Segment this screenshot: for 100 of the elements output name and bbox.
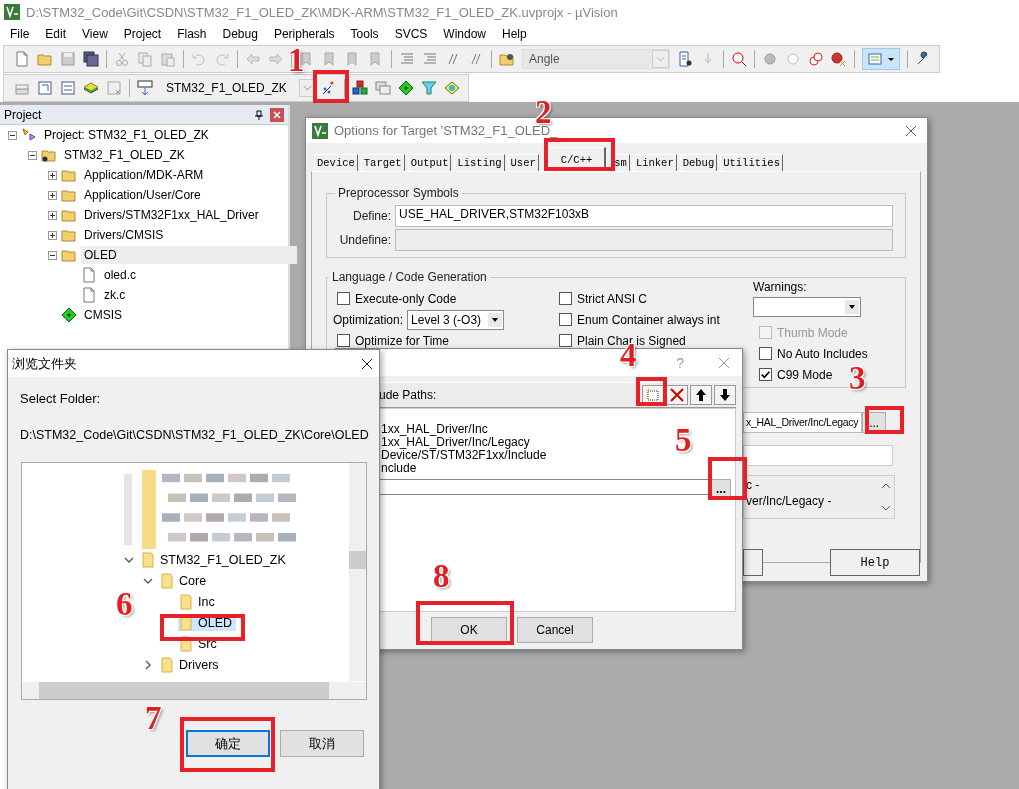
path-item[interactable]: nclude	[379, 462, 417, 475]
clear-breakpoints-icon[interactable]	[831, 51, 847, 67]
load-icon[interactable]	[137, 80, 153, 96]
tab[interactable]: User	[507, 154, 539, 171]
menu-item[interactable]: SVCS	[386, 27, 436, 41]
menu-item[interactable]: Help	[494, 27, 535, 41]
tab[interactable]: Linker	[632, 154, 677, 171]
scrollbar[interactable]	[349, 463, 366, 681]
tab[interactable]: Device	[314, 154, 358, 171]
package-icon[interactable]	[444, 80, 460, 96]
misc-controls-field[interactable]	[743, 445, 893, 466]
tree-item[interactable]: STM32_F1_OLED_ZK	[61, 146, 188, 164]
chevron-icon[interactable]	[143, 659, 153, 670]
find-combo[interactable]: Angle	[522, 49, 670, 69]
checkbox[interactable]	[759, 368, 772, 381]
document-search-icon[interactable]	[677, 51, 693, 67]
funnel-icon[interactable]	[421, 80, 437, 96]
tree-item[interactable]: oled.c	[101, 266, 140, 284]
expander-icon[interactable]	[48, 170, 57, 180]
menu-item[interactable]: Window	[435, 27, 494, 41]
window-button[interactable]	[862, 48, 900, 70]
menu-item[interactable]: Edit	[37, 27, 75, 41]
tree-item[interactable]: Application/User/Core	[81, 186, 204, 204]
diamond-icon[interactable]	[398, 80, 414, 96]
tab[interactable]: Output	[407, 154, 452, 171]
menu-item[interactable]: File	[2, 27, 38, 41]
dot-icon[interactable]	[762, 51, 778, 67]
move-down-icon[interactable]	[714, 385, 736, 405]
tab[interactable]: Debug	[679, 154, 718, 171]
include-paths-field[interactable]: x_HAL_Driver/Inc/Legacy	[743, 412, 863, 433]
help-button[interactable]: Help	[830, 549, 920, 576]
folder-item[interactable]: STM32_F1_OLED_ZK	[140, 551, 290, 568]
checkbox[interactable]	[759, 347, 772, 360]
step-number: 8	[433, 560, 450, 593]
tab[interactable]: Utilities	[720, 154, 783, 171]
folder-item[interactable]: Inc	[178, 593, 219, 610]
checkbox[interactable]	[337, 334, 350, 347]
prompt-text: Select Folder:	[20, 391, 102, 406]
tab[interactable]: Target	[360, 154, 405, 171]
new-folder-icon[interactable]	[642, 385, 664, 405]
menu-item[interactable]: Debug	[214, 27, 266, 41]
menu-item[interactable]: Tools	[342, 27, 387, 41]
debug-icon[interactable]	[731, 51, 747, 67]
dialog-button[interactable]: OK	[431, 617, 507, 643]
group-title: Preprocessor Symbols	[337, 186, 460, 200]
dialog-button[interactable]: 取消	[280, 730, 364, 757]
folder-item[interactable]: Core	[159, 572, 211, 589]
tree-item[interactable]: Drivers/CMSIS	[81, 226, 167, 244]
close-icon[interactable]	[905, 124, 917, 137]
checkbox[interactable]	[559, 313, 572, 326]
tree-item[interactable]: Project: STM32_F1_OLED_ZK	[41, 126, 212, 144]
checkbox[interactable]	[559, 334, 572, 347]
circles-icon[interactable]	[808, 51, 824, 67]
tree-item[interactable]: zk.c	[101, 286, 129, 304]
expander-icon[interactable]	[48, 230, 57, 240]
delete-icon[interactable]	[666, 385, 688, 405]
define-field[interactable]: USE_HAL_DRIVER,STM32F103xB	[395, 205, 893, 227]
pin-icon[interactable]	[254, 109, 264, 120]
tree-item[interactable]: CMSIS	[81, 306, 125, 324]
path-item[interactable]: Device/ST/STM32F1xx/Include	[379, 449, 547, 462]
path-edit-field[interactable]	[379, 479, 709, 495]
dialog-button[interactable]: 确定	[186, 730, 270, 757]
grid-icon[interactable]	[37, 80, 53, 96]
scrollbar[interactable]	[22, 682, 366, 699]
tree-item[interactable]: Drivers/STM32F1xx_HAL_Driver	[81, 206, 262, 224]
menu-item[interactable]: View	[74, 27, 116, 41]
expander-icon[interactable]	[48, 250, 57, 260]
tree-item[interactable]: OLED	[81, 246, 297, 264]
menu-item[interactable]: Flash	[169, 27, 215, 41]
folder-item[interactable]: Drivers	[159, 656, 223, 673]
optimization-select[interactable]: Level 3 (-O3)	[407, 309, 505, 330]
path-item[interactable]: 1xx_HAL_Driver/Inc	[379, 423, 488, 436]
checkbox[interactable]	[559, 292, 572, 305]
save-all-icon[interactable]	[83, 51, 99, 67]
target-combo[interactable]: STM32_F1_OLED_ZK	[160, 79, 316, 97]
menu-item[interactable]: Project	[115, 27, 170, 41]
menu-item[interactable]: Peripherals	[265, 27, 343, 41]
expander-icon[interactable]	[48, 190, 57, 200]
layers-icon[interactable]	[83, 80, 99, 96]
expander-icon[interactable]	[48, 210, 57, 220]
find-in-files-icon[interactable]	[499, 51, 515, 67]
move-up-icon[interactable]	[690, 385, 712, 405]
expander-icon[interactable]	[8, 130, 17, 140]
grid-icon[interactable]	[60, 80, 76, 96]
path-item[interactable]: 1xx_HAL_Driver/Inc/Legacy	[379, 436, 530, 449]
new-file-icon[interactable]	[14, 51, 30, 67]
tab[interactable]: Listing	[454, 154, 505, 171]
close-icon[interactable]	[361, 357, 373, 370]
checkbox[interactable]	[337, 292, 350, 305]
file-icon	[81, 267, 97, 283]
checkbox-label: No Auto Includes	[777, 346, 868, 361]
scroll-up-icon[interactable]	[881, 482, 891, 490]
expander-icon[interactable]	[28, 150, 37, 160]
dialog-button[interactable]: Cancel	[517, 617, 593, 643]
dialog-button[interactable]	[743, 549, 763, 576]
scroll-down-icon[interactable]	[881, 504, 891, 512]
grid-icon[interactable]	[106, 80, 122, 96]
blocks-icon[interactable]	[352, 80, 368, 96]
warnings-select[interactable]	[753, 297, 861, 317]
tree-item[interactable]: Application/MDK-ARM	[81, 166, 207, 184]
